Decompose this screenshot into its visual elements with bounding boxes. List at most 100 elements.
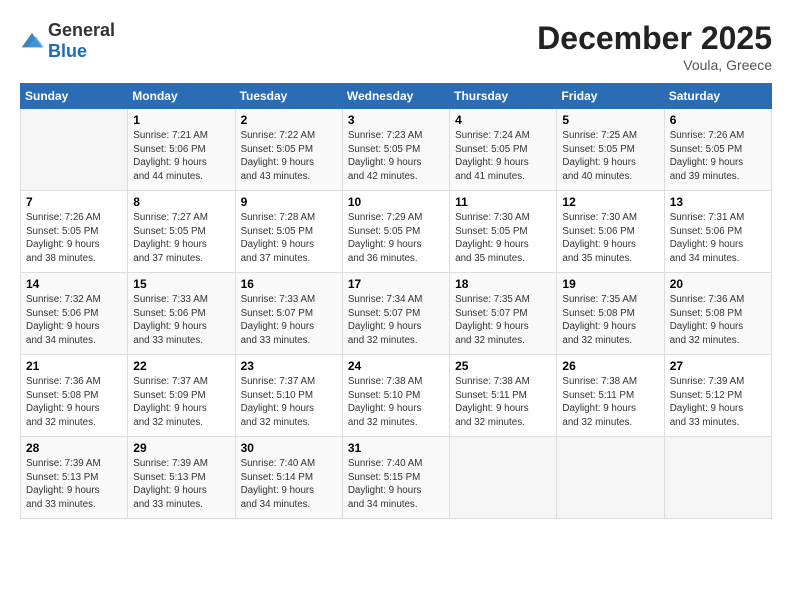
- calendar-header: Sunday Monday Tuesday Wednesday Thursday…: [21, 84, 772, 109]
- cell-3-1: 22Sunrise: 7:37 AM Sunset: 5:09 PM Dayli…: [128, 355, 235, 437]
- cell-2-4: 18 Sunrise: 7:35 AM Sunset: 5:07 PM Dayli…: [450, 273, 557, 355]
- day-info: Sunrise: 7:38 AM Sunset: 5:11 PM Dayligh…: [455, 375, 551, 430]
- day-number: 5: [562, 113, 658, 127]
- logo: General Blue: [20, 20, 115, 62]
- header-tuesday: Tuesday: [235, 84, 342, 109]
- cell-1-5: 12Sunrise: 7:30 AM Sunset: 5:06 PM Dayli…: [557, 191, 664, 273]
- week-row-4: 28Sunrise: 7:39 AM Sunset: 5:13 PM Dayli…: [21, 437, 772, 519]
- day-info: Sunrise: 7:25 AM Sunset: 5:05 PM Dayligh…: [562, 129, 658, 184]
- day-info: Sunrise: 7:30 AM Sunset: 5:05 PM Dayligh…: [455, 211, 551, 266]
- cell-2-0: 14 Sunrise: 7:32 AM Sunset: 5:06 PM Dayli…: [21, 273, 128, 355]
- header-monday: Monday: [128, 84, 235, 109]
- cell-0-4: 4 Sunrise: 7:24 AM Sunset: 5:05 PM Daylig…: [450, 109, 557, 191]
- day-info: Sunrise: 7:35 AM Sunset: 5:08 PM Dayligh…: [562, 293, 658, 348]
- day-number: 1: [133, 113, 229, 127]
- day-info: Sunrise: 7:27 AM Sunset: 5:05 PM Dayligh…: [133, 211, 229, 266]
- day-number: 27: [670, 359, 766, 373]
- day-number: 25: [455, 359, 551, 373]
- header-friday: Friday: [557, 84, 664, 109]
- header-saturday: Saturday: [664, 84, 771, 109]
- day-number: 2: [241, 113, 337, 127]
- day-info: Sunrise: 7:30 AM Sunset: 5:06 PM Dayligh…: [562, 211, 658, 266]
- day-info: Sunrise: 7:33 AM Sunset: 5:06 PM Dayligh…: [133, 293, 229, 348]
- header-sunday: Sunday: [21, 84, 128, 109]
- cell-1-1: 8 Sunrise: 7:27 AM Sunset: 5:05 PM Daylig…: [128, 191, 235, 273]
- week-row-3: 21Sunrise: 7:36 AM Sunset: 5:08 PM Dayli…: [21, 355, 772, 437]
- cell-3-4: 25 Sunrise: 7:38 AM Sunset: 5:11 PM Dayli…: [450, 355, 557, 437]
- day-number: 20: [670, 277, 766, 291]
- day-number: 18: [455, 277, 551, 291]
- day-number: 15: [133, 277, 229, 291]
- day-info: Sunrise: 7:28 AM Sunset: 5:05 PM Dayligh…: [241, 211, 337, 266]
- day-info: Sunrise: 7:39 AM Sunset: 5:13 PM Dayligh…: [26, 457, 122, 512]
- day-info: Sunrise: 7:26 AM Sunset: 5:05 PM Dayligh…: [670, 129, 766, 184]
- day-info: Sunrise: 7:35 AM Sunset: 5:07 PM Dayligh…: [455, 293, 551, 348]
- cell-4-0: 28Sunrise: 7:39 AM Sunset: 5:13 PM Dayli…: [21, 437, 128, 519]
- day-number: 19: [562, 277, 658, 291]
- calendar-body: 1Sunrise: 7:21 AM Sunset: 5:06 PM Daylig…: [21, 109, 772, 519]
- day-number: 14: [26, 277, 122, 291]
- cell-0-3: 3Sunrise: 7:23 AM Sunset: 5:05 PM Daylig…: [342, 109, 449, 191]
- cell-2-2: 16Sunrise: 7:33 AM Sunset: 5:07 PM Dayli…: [235, 273, 342, 355]
- day-info: Sunrise: 7:37 AM Sunset: 5:10 PM Dayligh…: [241, 375, 337, 430]
- day-info: Sunrise: 7:29 AM Sunset: 5:05 PM Dayligh…: [348, 211, 444, 266]
- cell-2-1: 15 Sunrise: 7:33 AM Sunset: 5:06 PM Dayli…: [128, 273, 235, 355]
- header-wednesday: Wednesday: [342, 84, 449, 109]
- calendar-page: General Blue December 2025 Voula, Greece…: [0, 0, 792, 612]
- cell-4-5: [557, 437, 664, 519]
- cell-1-3: 10 Sunrise: 7:29 AM Sunset: 5:05 PM Dayli…: [342, 191, 449, 273]
- cell-4-3: 31 Sunrise: 7:40 AM Sunset: 5:15 PM Dayli…: [342, 437, 449, 519]
- week-row-2: 14 Sunrise: 7:32 AM Sunset: 5:06 PM Dayli…: [21, 273, 772, 355]
- week-row-1: 7 Sunrise: 7:26 AM Sunset: 5:05 PM Daylig…: [21, 191, 772, 273]
- header-thursday: Thursday: [450, 84, 557, 109]
- day-info: Sunrise: 7:34 AM Sunset: 5:07 PM Dayligh…: [348, 293, 444, 348]
- cell-1-0: 7 Sunrise: 7:26 AM Sunset: 5:05 PM Daylig…: [21, 191, 128, 273]
- location: Voula, Greece: [537, 57, 772, 73]
- day-info: Sunrise: 7:38 AM Sunset: 5:10 PM Dayligh…: [348, 375, 444, 430]
- cell-0-2: 2 Sunrise: 7:22 AM Sunset: 5:05 PM Daylig…: [235, 109, 342, 191]
- day-number: 16: [241, 277, 337, 291]
- day-info: Sunrise: 7:32 AM Sunset: 5:06 PM Dayligh…: [26, 293, 122, 348]
- day-info: Sunrise: 7:38 AM Sunset: 5:11 PM Dayligh…: [562, 375, 658, 430]
- cell-2-3: 17Sunrise: 7:34 AM Sunset: 5:07 PM Dayli…: [342, 273, 449, 355]
- week-row-0: 1Sunrise: 7:21 AM Sunset: 5:06 PM Daylig…: [21, 109, 772, 191]
- cell-0-1: 1Sunrise: 7:21 AM Sunset: 5:06 PM Daylig…: [128, 109, 235, 191]
- cell-3-2: 23 Sunrise: 7:37 AM Sunset: 5:10 PM Dayli…: [235, 355, 342, 437]
- cell-1-4: 11 Sunrise: 7:30 AM Sunset: 5:05 PM Dayli…: [450, 191, 557, 273]
- day-number: 31: [348, 441, 444, 455]
- cell-4-4: [450, 437, 557, 519]
- day-number: 9: [241, 195, 337, 209]
- day-number: 24: [348, 359, 444, 373]
- day-number: 23: [241, 359, 337, 373]
- day-number: 8: [133, 195, 229, 209]
- day-info: Sunrise: 7:22 AM Sunset: 5:05 PM Dayligh…: [241, 129, 337, 184]
- day-info: Sunrise: 7:37 AM Sunset: 5:09 PM Dayligh…: [133, 375, 229, 430]
- day-number: 7: [26, 195, 122, 209]
- day-number: 13: [670, 195, 766, 209]
- day-number: 26: [562, 359, 658, 373]
- cell-4-2: 30Sunrise: 7:40 AM Sunset: 5:14 PM Dayli…: [235, 437, 342, 519]
- day-number: 6: [670, 113, 766, 127]
- weekday-header-row: Sunday Monday Tuesday Wednesday Thursday…: [21, 84, 772, 109]
- day-info: Sunrise: 7:40 AM Sunset: 5:15 PM Dayligh…: [348, 457, 444, 512]
- day-info: Sunrise: 7:39 AM Sunset: 5:12 PM Dayligh…: [670, 375, 766, 430]
- logo-icon: [20, 31, 44, 51]
- day-number: 10: [348, 195, 444, 209]
- month-title: December 2025: [537, 20, 772, 57]
- day-info: Sunrise: 7:36 AM Sunset: 5:08 PM Dayligh…: [670, 293, 766, 348]
- day-number: 21: [26, 359, 122, 373]
- day-number: 11: [455, 195, 551, 209]
- cell-0-5: 5 Sunrise: 7:25 AM Sunset: 5:05 PM Daylig…: [557, 109, 664, 191]
- logo-text: General Blue: [48, 20, 115, 62]
- cell-3-6: 27 Sunrise: 7:39 AM Sunset: 5:12 PM Dayli…: [664, 355, 771, 437]
- cell-0-0: [21, 109, 128, 191]
- title-block: December 2025 Voula, Greece: [537, 20, 772, 73]
- cell-3-0: 21Sunrise: 7:36 AM Sunset: 5:08 PM Dayli…: [21, 355, 128, 437]
- cell-1-2: 9 Sunrise: 7:28 AM Sunset: 5:05 PM Daylig…: [235, 191, 342, 273]
- day-info: Sunrise: 7:26 AM Sunset: 5:05 PM Dayligh…: [26, 211, 122, 266]
- day-number: 4: [455, 113, 551, 127]
- day-number: 3: [348, 113, 444, 127]
- day-info: Sunrise: 7:24 AM Sunset: 5:05 PM Dayligh…: [455, 129, 551, 184]
- logo-blue: Blue: [48, 41, 87, 61]
- day-info: Sunrise: 7:39 AM Sunset: 5:13 PM Dayligh…: [133, 457, 229, 512]
